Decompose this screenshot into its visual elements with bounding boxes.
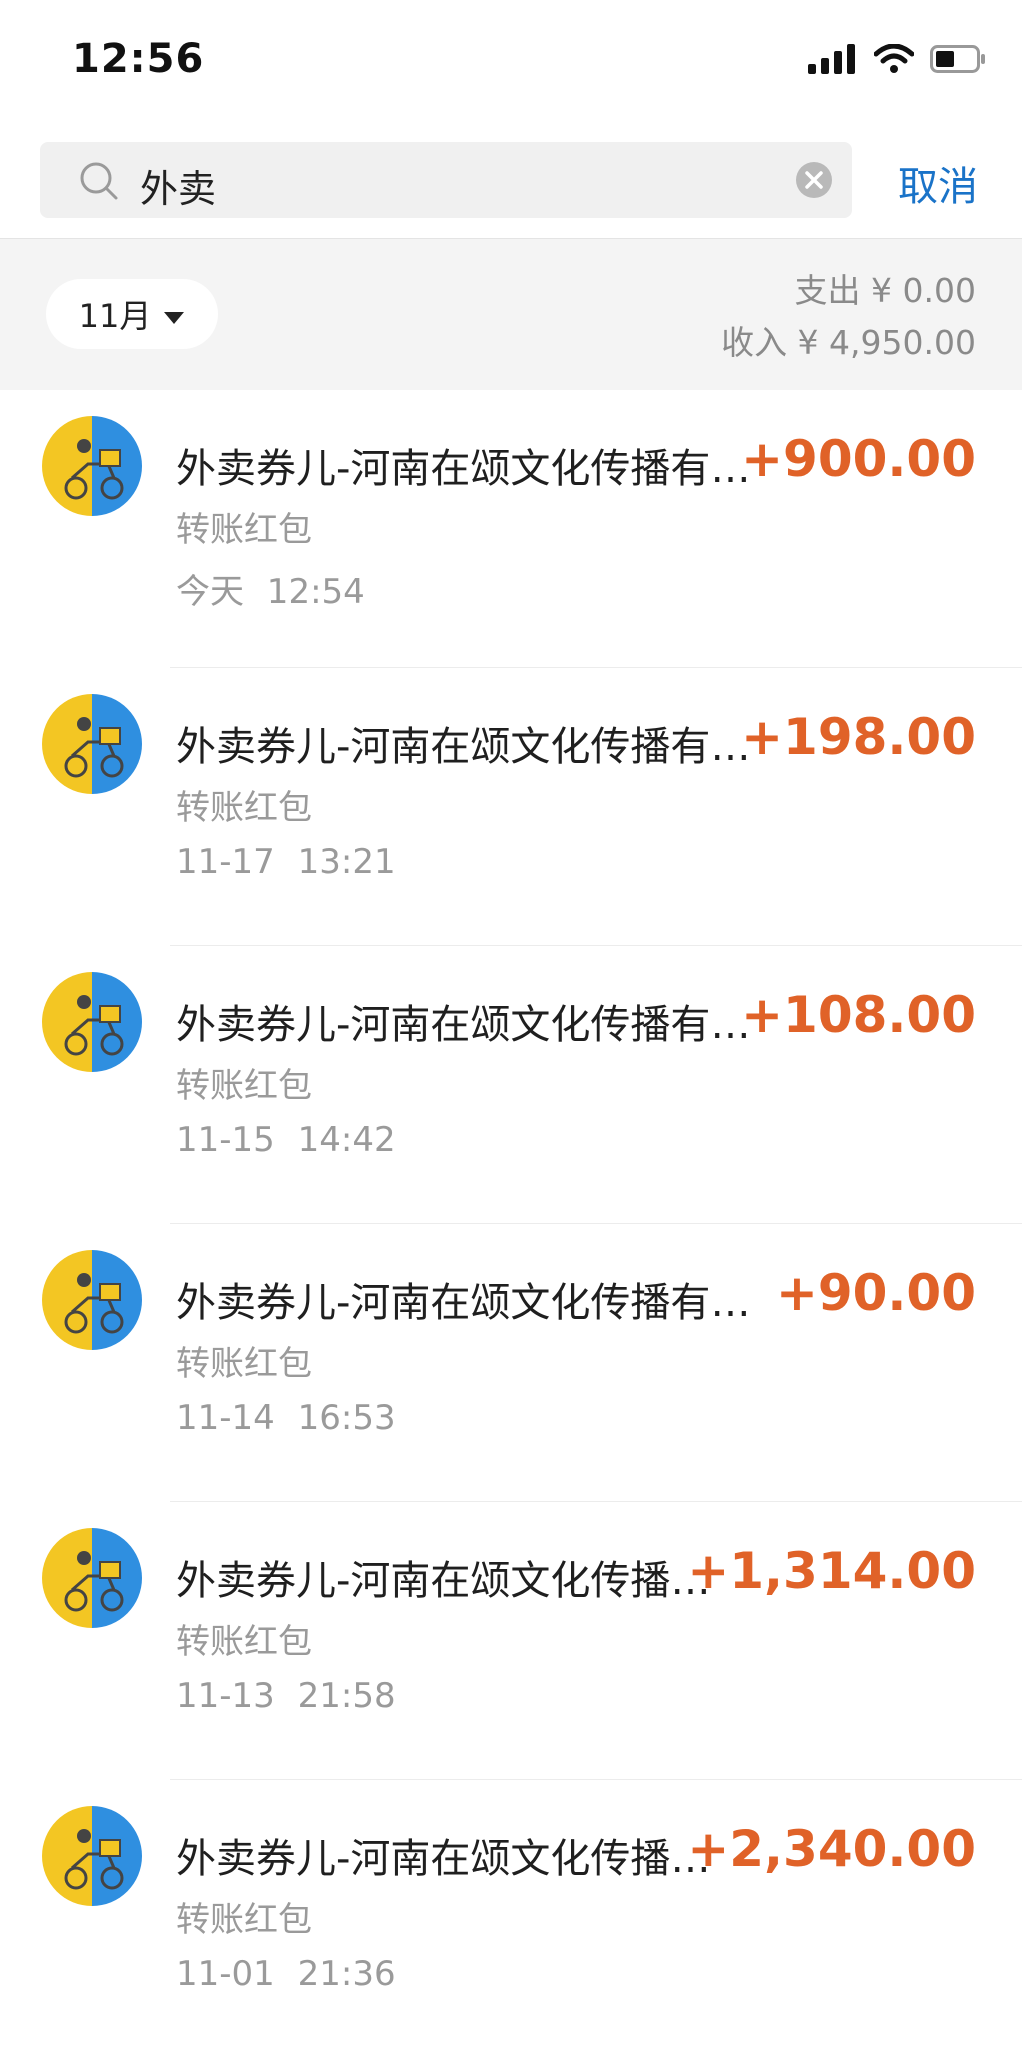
caret-down-icon — [163, 295, 185, 333]
transaction-type: 转账红包 — [176, 1622, 312, 1662]
status-time: 12:56 — [72, 36, 205, 82]
transaction-row[interactable]: 外卖券儿-河南在颂文化传播有限公司 +2,340.00 转账红包 11-01 2… — [0, 1780, 1022, 2058]
cancel-button[interactable]: 取消 — [898, 154, 978, 212]
transaction-row[interactable]: 外卖券儿-河南在颂文化传播有限公司 +198.00 转账红包 11-17 13:… — [0, 668, 1022, 946]
merchant-avatar — [42, 1806, 142, 1906]
search-icon — [78, 160, 120, 206]
transaction-row[interactable]: 外卖券儿-河南在颂文化传播有限公司 +1,314.00 转账红包 11-13 2… — [0, 1502, 1022, 1780]
summary-totals: 支出 ¥ 0.00 收入 ¥ 4,950.00 — [721, 265, 976, 369]
wifi-icon — [873, 43, 915, 78]
transaction-amount: +1,314.00 — [687, 1542, 976, 1600]
transaction-list: 外卖券儿-河南在颂文化传播有限公司 +900.00 转账红包 今天 12:54 … — [0, 390, 1022, 2058]
transaction-time: 11-01 21:36 — [176, 1954, 396, 1994]
cellular-signal-icon — [808, 44, 858, 78]
transaction-row[interactable]: 外卖券儿-河南在颂文化传播有限公司 +90.00 转账红包 11-14 16:5… — [0, 1224, 1022, 1502]
merchant-avatar — [42, 694, 142, 794]
transaction-title: 外卖券儿-河南在颂文化传播有限公司 — [176, 1558, 736, 1604]
transaction-row[interactable]: 外卖券儿-河南在颂文化传播有限公司 +900.00 转账红包 今天 12:54 — [0, 390, 1022, 668]
transaction-amount: +90.00 — [775, 1264, 976, 1322]
status-bar: 12:56 — [0, 0, 1022, 120]
transaction-type: 转账红包 — [176, 1344, 312, 1384]
month-selector[interactable]: 11月 — [46, 279, 218, 349]
transaction-type: 转账红包 — [176, 788, 312, 828]
transaction-amount: +2,340.00 — [687, 1820, 976, 1878]
transaction-title: 外卖券儿-河南在颂文化传播有限公司 — [176, 446, 776, 492]
transaction-amount: +108.00 — [741, 986, 976, 1044]
clear-icon[interactable] — [794, 160, 834, 204]
transaction-title: 外卖券儿-河南在颂文化传播有限公司 — [176, 724, 776, 770]
transaction-type: 转账红包 — [176, 510, 312, 550]
transaction-time: 11-17 13:21 — [176, 842, 396, 882]
expense-total: 支出 ¥ 0.00 — [794, 271, 976, 310]
merchant-avatar — [42, 1250, 142, 1350]
status-icons — [808, 43, 986, 78]
merchant-avatar — [42, 416, 142, 516]
search-input[interactable]: 外卖 — [40, 142, 852, 218]
search-query: 外卖 — [140, 167, 217, 211]
battery-icon — [930, 44, 986, 78]
transaction-row[interactable]: 外卖券儿-河南在颂文化传播有限公司 +108.00 转账红包 11-15 14:… — [0, 946, 1022, 1224]
transaction-time: 11-15 14:42 — [176, 1120, 396, 1160]
merchant-avatar — [42, 972, 142, 1072]
transaction-title: 外卖券儿-河南在颂文化传播有限公司 — [176, 1836, 736, 1882]
month-summary: 11月 支出 ¥ 0.00 收入 ¥ 4,950.00 — [0, 238, 1022, 390]
transaction-time: 11-13 21:58 — [176, 1676, 396, 1716]
transaction-type: 转账红包 — [176, 1900, 312, 1940]
month-label: 11月 — [78, 297, 152, 335]
transaction-time: 11-14 16:53 — [176, 1398, 396, 1438]
transaction-time: 今天 12:54 — [176, 572, 365, 612]
transaction-amount: +900.00 — [741, 430, 976, 488]
transaction-title: 外卖券儿-河南在颂文化传播有限公司 — [176, 1002, 776, 1048]
income-total: 收入 ¥ 4,950.00 — [721, 323, 976, 362]
merchant-avatar — [42, 1528, 142, 1628]
transaction-amount: +198.00 — [741, 708, 976, 766]
transaction-type: 转账红包 — [176, 1066, 312, 1106]
search-header: 外卖 取消 — [0, 120, 1022, 238]
transaction-title: 外卖券儿-河南在颂文化传播有限公司 — [176, 1280, 776, 1326]
